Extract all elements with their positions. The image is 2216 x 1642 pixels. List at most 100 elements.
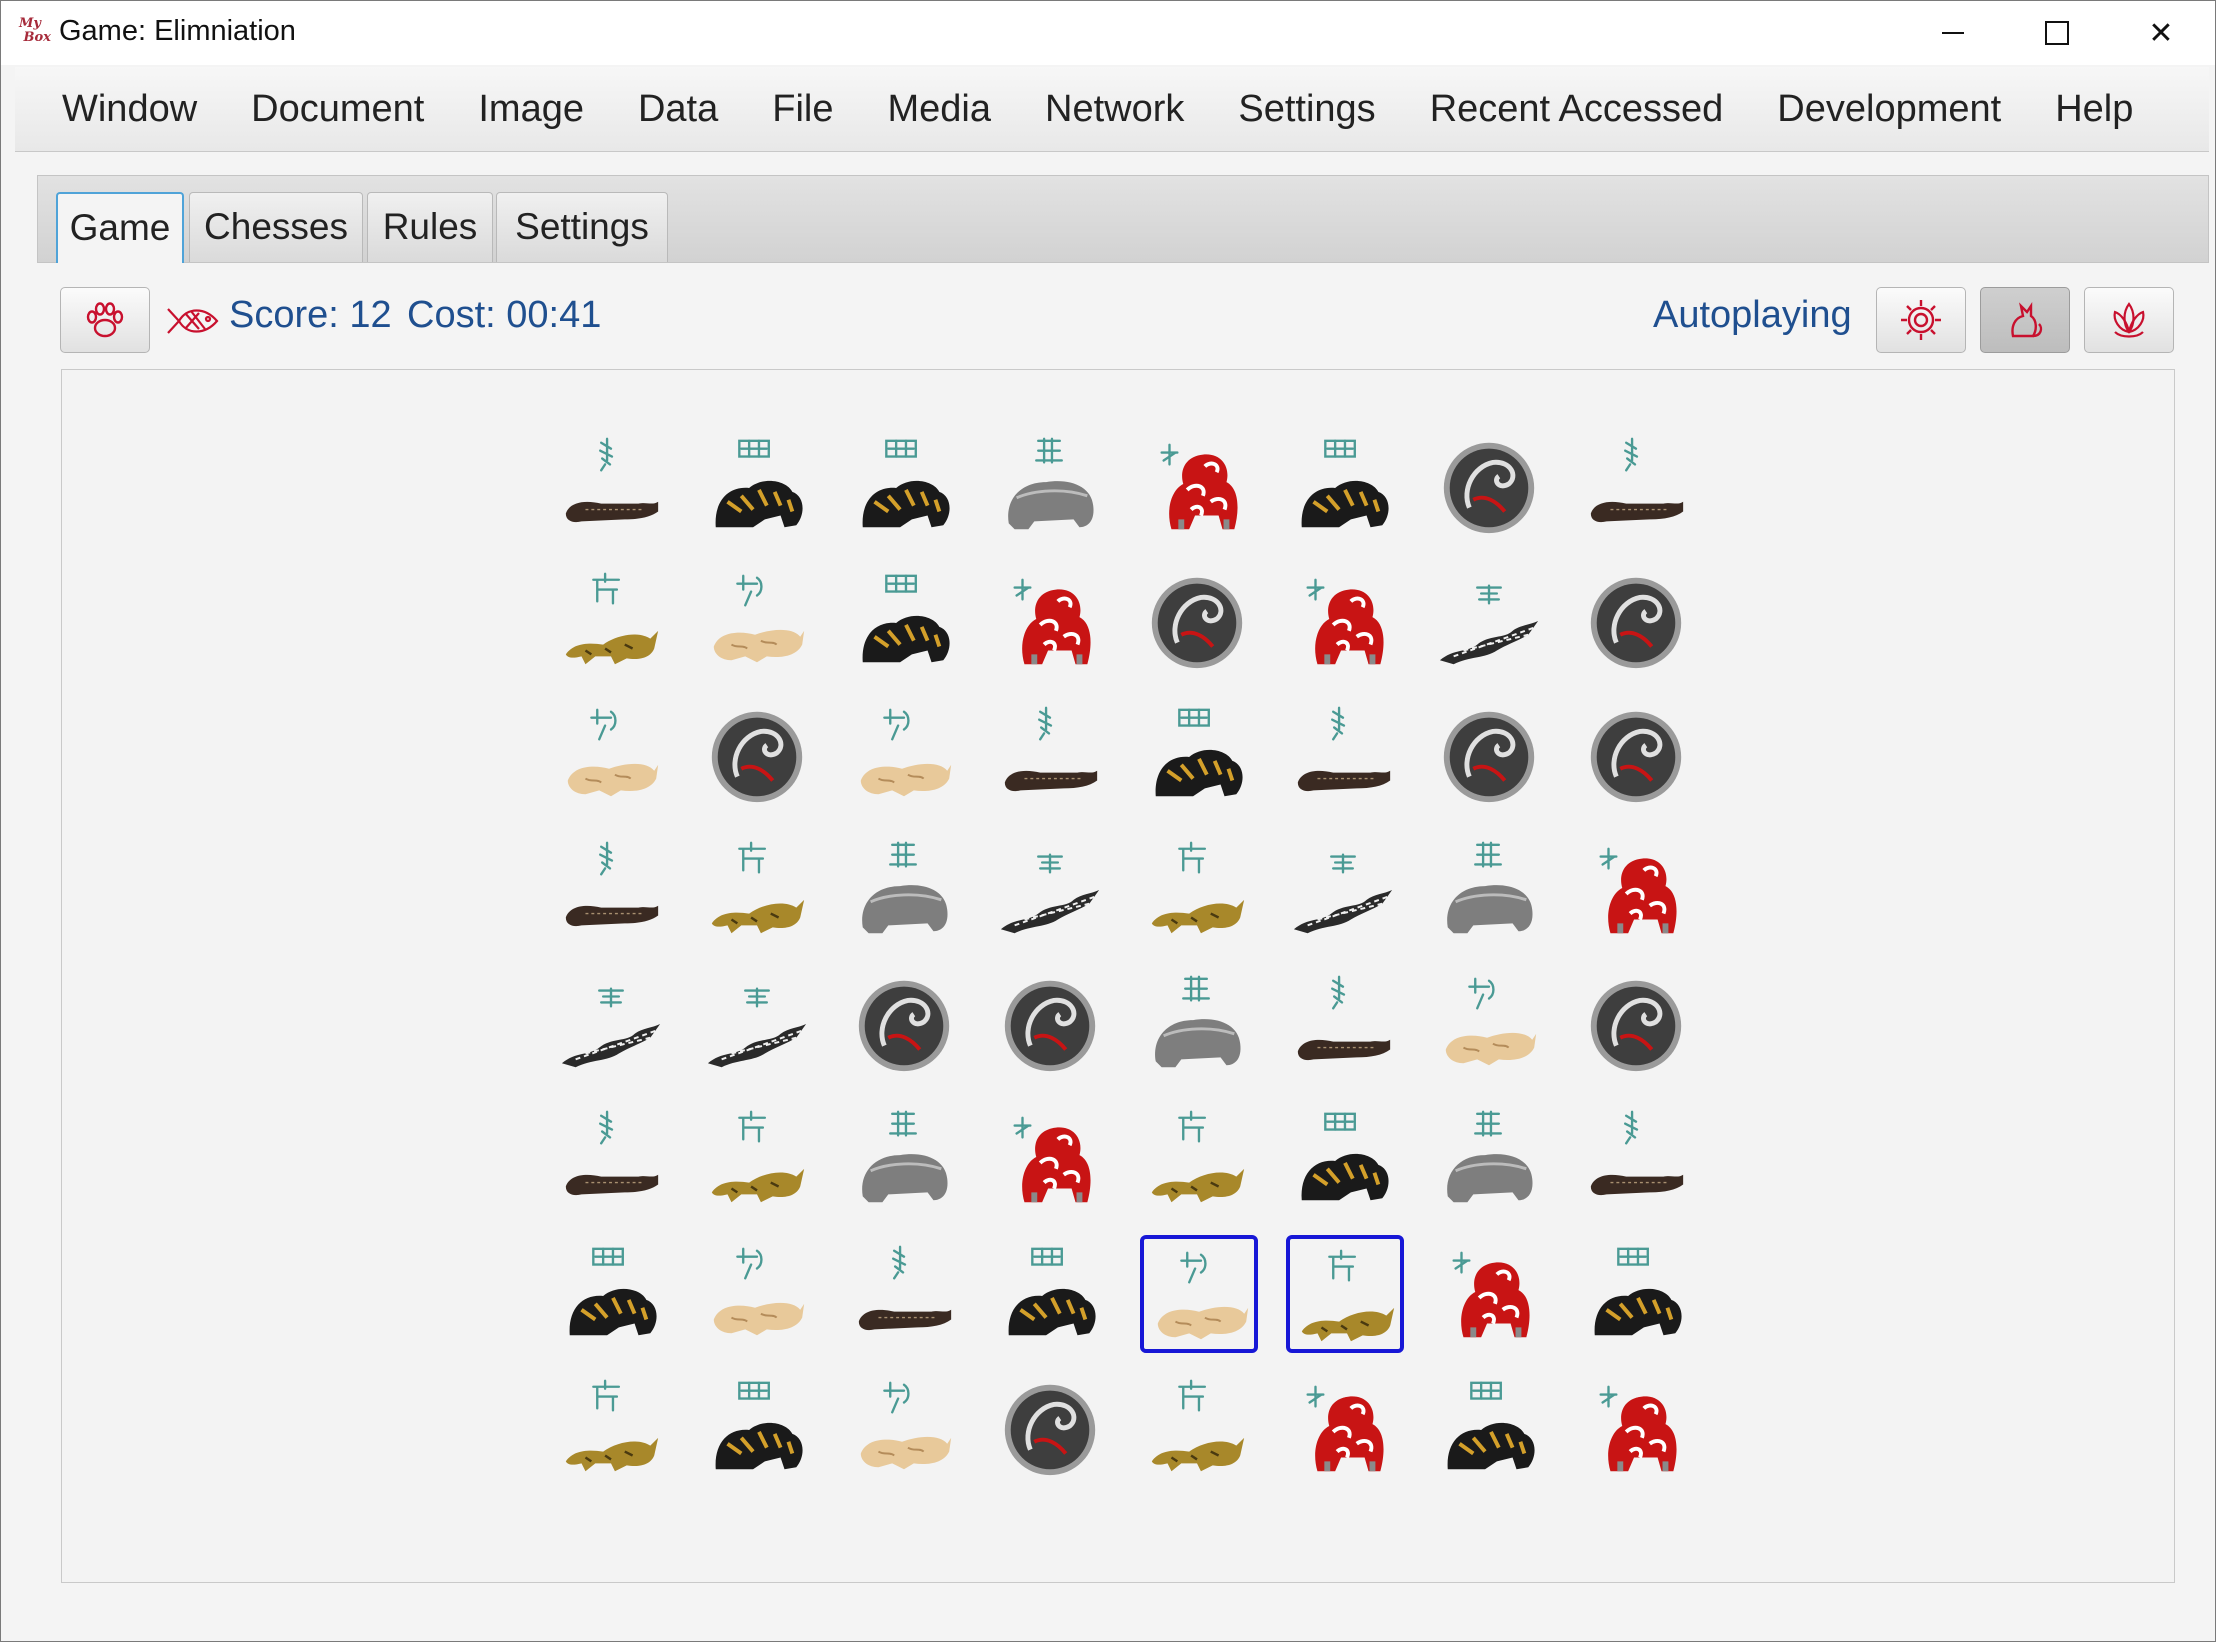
menu-settings[interactable]: Settings (1211, 67, 1402, 151)
black-gold-striped-tiger-tile[interactable] (1579, 1235, 1697, 1353)
round-silver-disc-dragon-icon (1004, 1384, 1096, 1476)
round-silver-disc-dragon-tile[interactable] (1579, 562, 1697, 680)
red-white-lion-tile[interactable] (1286, 1369, 1404, 1487)
black-lacquer-beast-tile[interactable] (1579, 1100, 1697, 1218)
grey-bear-tile[interactable] (1432, 1100, 1550, 1218)
round-silver-disc-dragon-tile[interactable] (1432, 427, 1550, 545)
gold-tiger-tile[interactable] (700, 1100, 818, 1218)
black-gold-striped-tiger-tile[interactable] (847, 427, 965, 545)
menu-media[interactable]: Media (861, 67, 1019, 151)
black-lacquer-beast-tile[interactable] (1579, 427, 1697, 545)
gold-tiger-icon (1151, 841, 1245, 934)
score-text: Score: 12 (229, 294, 392, 336)
menu-window[interactable]: Window (15, 67, 224, 151)
black-lacquer-beast-tile[interactable] (993, 696, 1111, 814)
game-settings-button[interactable] (1876, 287, 1966, 353)
black-lacquer-beast-tile[interactable] (1286, 696, 1404, 814)
red-white-lion-tile[interactable] (993, 1100, 1111, 1218)
gold-tiger-tile[interactable] (1140, 1100, 1258, 1218)
black-lacquer-beast-tile[interactable] (554, 831, 672, 949)
round-silver-disc-dragon-tile[interactable] (1140, 562, 1258, 680)
white-ink-dragon-icon (561, 987, 661, 1068)
pale-jade-tiger-tile[interactable] (847, 1369, 965, 1487)
grey-bear-tile[interactable] (847, 831, 965, 949)
black-gold-striped-tiger-tile[interactable] (847, 562, 965, 680)
black-gold-striped-tiger-tile[interactable] (554, 1235, 672, 1353)
grey-bear-icon (862, 1110, 948, 1203)
gold-tiger-tile[interactable] (1140, 1369, 1258, 1487)
round-silver-disc-dragon-tile[interactable] (1432, 696, 1550, 814)
maximize-button[interactable] (2005, 1, 2109, 65)
tab-game[interactable]: Game (56, 192, 184, 263)
pale-jade-tiger-icon (567, 708, 659, 797)
grey-bear-tile[interactable] (1432, 831, 1550, 949)
black-lacquer-beast-tile[interactable] (554, 1100, 672, 1218)
pale-jade-tiger-tile[interactable] (554, 696, 672, 814)
white-ink-dragon-tile[interactable] (1432, 562, 1550, 680)
menu-network[interactable]: Network (1018, 67, 1211, 151)
minimize-button[interactable] (1901, 1, 2005, 65)
red-white-lion-tile[interactable] (1579, 831, 1697, 949)
round-silver-disc-dragon-icon (1590, 980, 1682, 1072)
gold-tiger-tile[interactable] (1286, 1235, 1404, 1353)
menu-file[interactable]: File (745, 67, 860, 151)
round-silver-disc-dragon-tile[interactable] (700, 696, 818, 814)
new-game-button[interactable] (60, 287, 150, 353)
gold-tiger-tile[interactable] (700, 831, 818, 949)
black-gold-striped-tiger-tile[interactable] (1432, 1369, 1550, 1487)
white-ink-dragon-tile[interactable] (1286, 831, 1404, 949)
tab-settings[interactable]: Settings (496, 192, 668, 262)
round-silver-disc-dragon-tile[interactable] (1579, 696, 1697, 814)
grey-bear-tile[interactable] (1140, 965, 1258, 1083)
menu-development[interactable]: Development (1750, 67, 2028, 151)
red-white-lion-tile[interactable] (1579, 1369, 1697, 1487)
red-white-lion-tile[interactable] (1286, 562, 1404, 680)
red-white-lion-tile[interactable] (993, 562, 1111, 680)
black-gold-striped-tiger-tile[interactable] (1140, 696, 1258, 814)
pale-jade-tiger-tile[interactable] (847, 696, 965, 814)
autoplay-cat-button[interactable] (1980, 287, 2070, 353)
menu-image[interactable]: Image (451, 67, 611, 151)
black-gold-striped-tiger-tile[interactable] (993, 1235, 1111, 1353)
round-silver-disc-dragon-tile[interactable] (993, 965, 1111, 1083)
menu-recent-accessed[interactable]: Recent Accessed (1403, 67, 1751, 151)
black-gold-striped-tiger-tile[interactable] (1286, 427, 1404, 545)
grey-bear-tile[interactable] (993, 427, 1111, 545)
red-white-lion-tile[interactable] (1140, 427, 1258, 545)
round-silver-disc-dragon-tile[interactable] (993, 1369, 1111, 1487)
pale-jade-tiger-icon (860, 708, 952, 797)
menu-data[interactable]: Data (611, 67, 745, 151)
white-ink-dragon-tile[interactable] (700, 965, 818, 1083)
black-gold-striped-tiger-icon (715, 1381, 803, 1470)
pale-jade-tiger-tile[interactable] (700, 1235, 818, 1353)
black-lacquer-beast-tile[interactable] (554, 427, 672, 545)
red-white-lion-tile[interactable] (1432, 1235, 1550, 1353)
menu-help[interactable]: Help (2028, 67, 2160, 151)
black-gold-striped-tiger-tile[interactable] (700, 427, 818, 545)
white-ink-dragon-tile[interactable] (554, 965, 672, 1083)
close-button[interactable]: ✕ (2109, 1, 2213, 65)
black-gold-striped-tiger-tile[interactable] (700, 1369, 818, 1487)
pale-jade-tiger-tile[interactable] (1140, 1235, 1258, 1353)
gold-tiger-tile[interactable] (1140, 831, 1258, 949)
menu-document[interactable]: Document (224, 67, 451, 151)
round-silver-disc-dragon-tile[interactable] (1579, 965, 1697, 1083)
lotus-button[interactable] (2084, 287, 2174, 353)
pale-jade-tiger-icon (860, 1381, 952, 1470)
grey-bear-tile[interactable] (847, 1100, 965, 1218)
pale-jade-tiger-tile[interactable] (1432, 965, 1550, 1083)
pale-jade-tiger-tile[interactable] (700, 562, 818, 680)
black-gold-striped-tiger-tile[interactable] (1286, 1100, 1404, 1218)
round-silver-disc-dragon-icon (1443, 711, 1535, 803)
pale-jade-tiger-icon (713, 574, 805, 663)
maximize-icon (2045, 21, 2069, 45)
tab-chesses[interactable]: Chesses (189, 192, 363, 262)
gold-tiger-tile[interactable] (554, 1369, 672, 1487)
gold-tiger-tile[interactable] (554, 562, 672, 680)
tab-rules[interactable]: Rules (367, 192, 493, 262)
white-ink-dragon-tile[interactable] (993, 831, 1111, 949)
black-gold-striped-tiger-icon (1155, 708, 1243, 797)
black-lacquer-beast-tile[interactable] (847, 1235, 965, 1353)
round-silver-disc-dragon-tile[interactable] (847, 965, 965, 1083)
black-lacquer-beast-tile[interactable] (1286, 965, 1404, 1083)
